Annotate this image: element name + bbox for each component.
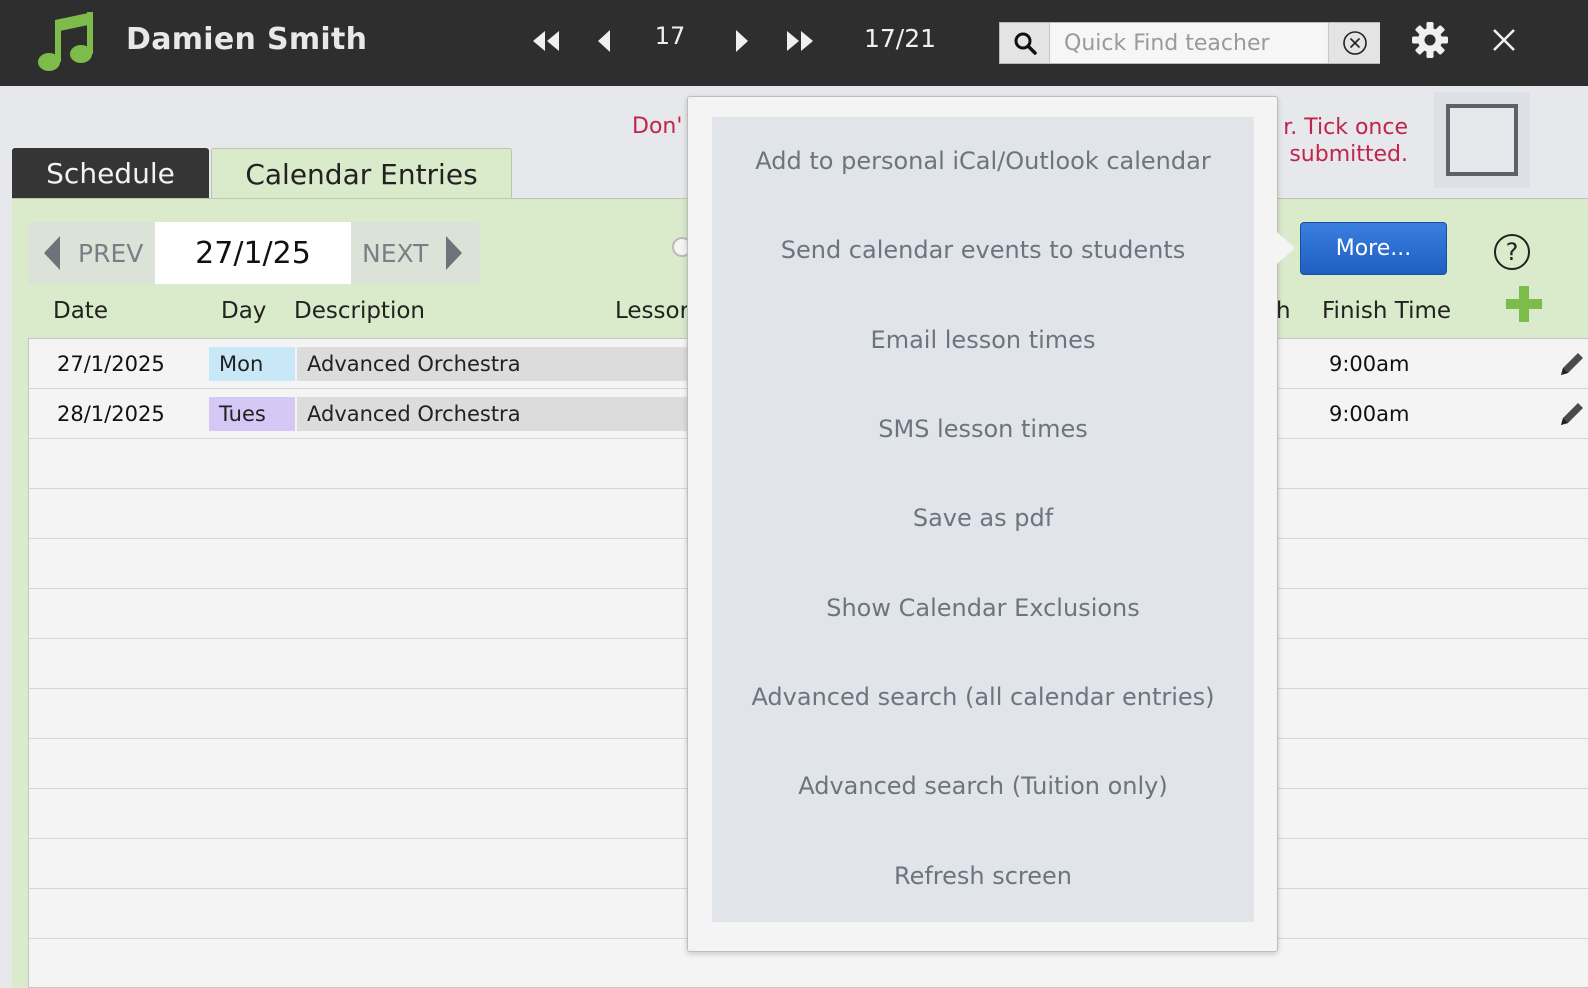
- entry-day: Tues: [209, 397, 295, 431]
- menu-item-refresh-screen[interactable]: Refresh screen: [712, 846, 1254, 906]
- clear-search-icon: [1342, 31, 1367, 55]
- column-header-finish-time: Finish Time: [1322, 298, 1452, 324]
- last-record-button[interactable]: [782, 24, 818, 58]
- warning-text: Don': [632, 114, 683, 139]
- menu-item-advanced-search-tuition[interactable]: Advanced search (Tuition only): [712, 756, 1254, 816]
- first-record-button[interactable]: [528, 24, 564, 58]
- entry-description: Advanced Orchestra: [297, 347, 717, 381]
- more-menu-list: Add to personal iCal/Outlook calendar Se…: [712, 117, 1254, 922]
- menu-item-email-lesson-times[interactable]: Email lesson times: [712, 310, 1254, 370]
- last-record-icon: [787, 31, 813, 51]
- teacher-name: Damien Smith: [126, 22, 368, 57]
- record-number: 17: [654, 22, 686, 50]
- next-record-icon: [736, 30, 748, 52]
- chevron-right-icon: [446, 236, 463, 270]
- popover-arrow: [1277, 232, 1295, 264]
- menu-item-advanced-search-all[interactable]: Advanced search (all calendar entries): [712, 667, 1254, 727]
- entry-finish-time: 9:00am: [1329, 352, 1410, 376]
- quick-find-box: [999, 22, 1380, 64]
- next-record-button[interactable]: [730, 24, 754, 58]
- prev-label: PREV: [78, 238, 144, 268]
- close-icon[interactable]: [1488, 24, 1520, 56]
- search-button[interactable]: [1000, 23, 1050, 63]
- submitted-checkbox[interactable]: [1446, 104, 1518, 176]
- quick-find-input[interactable]: [1052, 23, 1326, 63]
- column-header-lesson: Lessor: [615, 298, 690, 324]
- next-label: NEXT: [362, 238, 429, 268]
- prev-button[interactable]: PREV: [28, 222, 154, 284]
- tab-schedule[interactable]: Schedule: [12, 148, 209, 198]
- menu-item-sms-lesson-times[interactable]: SMS lesson times: [712, 399, 1254, 459]
- menu-item-add-to-calendar[interactable]: Add to personal iCal/Outlook calendar: [712, 131, 1254, 191]
- top-bar: Damien Smith 17 17/21: [0, 0, 1588, 86]
- help-icon[interactable]: ?: [1494, 234, 1530, 270]
- column-header-day: Day: [221, 298, 267, 324]
- date-navigator: PREV 27/1/25 NEXT: [28, 222, 480, 284]
- entry-date: 27/1/2025: [57, 352, 165, 376]
- clear-search-button[interactable]: [1328, 23, 1380, 63]
- add-entry-icon[interactable]: [1504, 284, 1544, 324]
- menu-item-show-exclusions[interactable]: Show Calendar Exclusions: [712, 578, 1254, 638]
- column-header-finish-partial: h: [1276, 298, 1291, 324]
- next-button[interactable]: NEXT: [352, 222, 480, 284]
- current-date-field[interactable]: 27/1/25: [155, 222, 351, 284]
- search-icon: [1014, 32, 1037, 55]
- column-header-date: Date: [53, 298, 108, 324]
- previous-record-icon: [598, 30, 610, 52]
- tab-calendar-entries[interactable]: Calendar Entries: [211, 148, 512, 200]
- entry-day: Mon: [209, 347, 295, 381]
- entry-description: Advanced Orchestra: [297, 397, 717, 431]
- more-button[interactable]: More...: [1300, 222, 1447, 275]
- column-header-description: Description: [294, 298, 425, 324]
- pencil-icon[interactable]: [1557, 399, 1587, 429]
- gear-icon[interactable]: [1410, 20, 1450, 60]
- pencil-icon[interactable]: [1557, 349, 1587, 379]
- menu-item-send-events[interactable]: Send calendar events to students: [712, 220, 1254, 280]
- first-record-icon: [533, 31, 559, 51]
- music-note-icon: [38, 12, 93, 71]
- previous-record-button[interactable]: [592, 24, 616, 58]
- chevron-left-icon: [44, 236, 60, 270]
- record-count: 17/21: [863, 24, 937, 53]
- more-menu-popover: Add to personal iCal/Outlook calendar Se…: [687, 96, 1278, 952]
- entry-date: 28/1/2025: [57, 402, 165, 426]
- menu-item-save-as-pdf[interactable]: Save as pdf: [712, 488, 1254, 548]
- entry-finish-time: 9:00am: [1329, 402, 1410, 426]
